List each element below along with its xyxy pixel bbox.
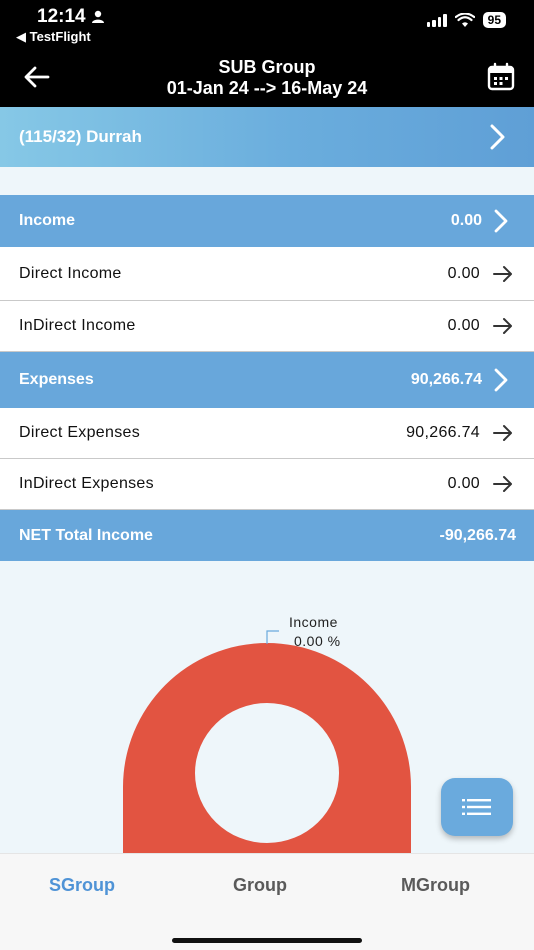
testflight-back-link[interactable]: ◀ TestFlight bbox=[16, 29, 91, 45]
top-bar: 12:14 ◀ TestFlight 95 SUB Group 01-Jan 2… bbox=[0, 0, 534, 107]
tab-group[interactable]: Group bbox=[233, 875, 287, 896]
income-value: 0.00 bbox=[450, 212, 482, 229]
indirect-expenses-label: InDirect Expenses bbox=[19, 475, 154, 492]
list-item-direct-income[interactable]: Direct Income 0.00 bbox=[0, 247, 534, 301]
calendar-icon[interactable] bbox=[486, 62, 516, 92]
expenses-section-header[interactable]: Expenses 90,266.74 bbox=[0, 352, 534, 408]
home-indicator bbox=[172, 938, 362, 943]
list-item-indirect-expenses[interactable]: InDirect Expenses 0.00 bbox=[0, 459, 534, 510]
status-indicators: 95 bbox=[426, 12, 506, 28]
pie-label-leader bbox=[266, 630, 279, 644]
direct-income-value: 0.00 bbox=[447, 264, 480, 282]
net-total-value: -90,266.74 bbox=[439, 526, 516, 544]
income-section-header[interactable]: Income 0.00 bbox=[0, 195, 534, 247]
date-range: 01-Jan 24 --> 16-May 24 bbox=[166, 78, 368, 98]
chevron-right-icon bbox=[490, 124, 505, 150]
bottom-tab-bar: SGroup Group MGroup bbox=[0, 853, 534, 950]
arrow-right-icon bbox=[493, 265, 512, 282]
menu-fab-button[interactable] bbox=[441, 778, 513, 836]
tab-sgroup[interactable]: SGroup bbox=[49, 875, 115, 896]
arrow-right-icon bbox=[493, 476, 512, 492]
group-selector[interactable]: (115/32) Durrah bbox=[0, 107, 534, 167]
indirect-income-label: InDirect Income bbox=[19, 317, 136, 334]
pie-slice-income bbox=[123, 643, 411, 853]
wifi-icon bbox=[454, 12, 475, 27]
page-title: SUB Group 01-Jan 24 --> 16-May 24 bbox=[0, 57, 534, 99]
chevron-right-icon bbox=[494, 368, 508, 392]
direct-income-label: Direct Income bbox=[19, 264, 122, 282]
indirect-expenses-value: 0.00 bbox=[447, 475, 480, 492]
status-time-text: 12:14 bbox=[37, 6, 86, 27]
arrow-right-icon bbox=[493, 425, 512, 441]
signal-icon bbox=[426, 13, 447, 27]
page-title-main: SUB Group bbox=[218, 57, 316, 77]
list-item-indirect-income[interactable]: InDirect Income 0.00 bbox=[0, 301, 534, 352]
person-icon bbox=[91, 10, 104, 23]
arrow-right-icon bbox=[493, 318, 512, 334]
spacer bbox=[0, 167, 534, 195]
tab-mgroup[interactable]: MGroup bbox=[401, 875, 470, 896]
expenses-value: 90,266.74 bbox=[410, 371, 482, 388]
chart-data-label: Income 0.00 % bbox=[289, 613, 341, 651]
direct-expenses-label: Direct Expenses bbox=[19, 424, 140, 441]
status-time: 12:14 bbox=[37, 6, 105, 28]
indirect-income-value: 0.00 bbox=[447, 317, 480, 334]
battery-icon: 95 bbox=[482, 12, 506, 28]
group-name: (115/32) Durrah bbox=[19, 127, 142, 146]
net-total-income-row: NET Total Income -90,266.74 bbox=[0, 510, 534, 561]
chart-slice-label: Income bbox=[289, 614, 338, 630]
list-item-direct-expenses[interactable]: Direct Expenses 90,266.74 bbox=[0, 408, 534, 459]
chevron-right-icon bbox=[494, 209, 508, 233]
income-label: Income bbox=[19, 212, 76, 229]
direct-expenses-value: 90,266.74 bbox=[406, 424, 480, 441]
list-icon bbox=[462, 799, 491, 815]
expenses-label: Expenses bbox=[19, 371, 94, 388]
net-total-label: NET Total Income bbox=[19, 526, 153, 544]
chart-slice-percent: 0.00 % bbox=[294, 633, 341, 649]
